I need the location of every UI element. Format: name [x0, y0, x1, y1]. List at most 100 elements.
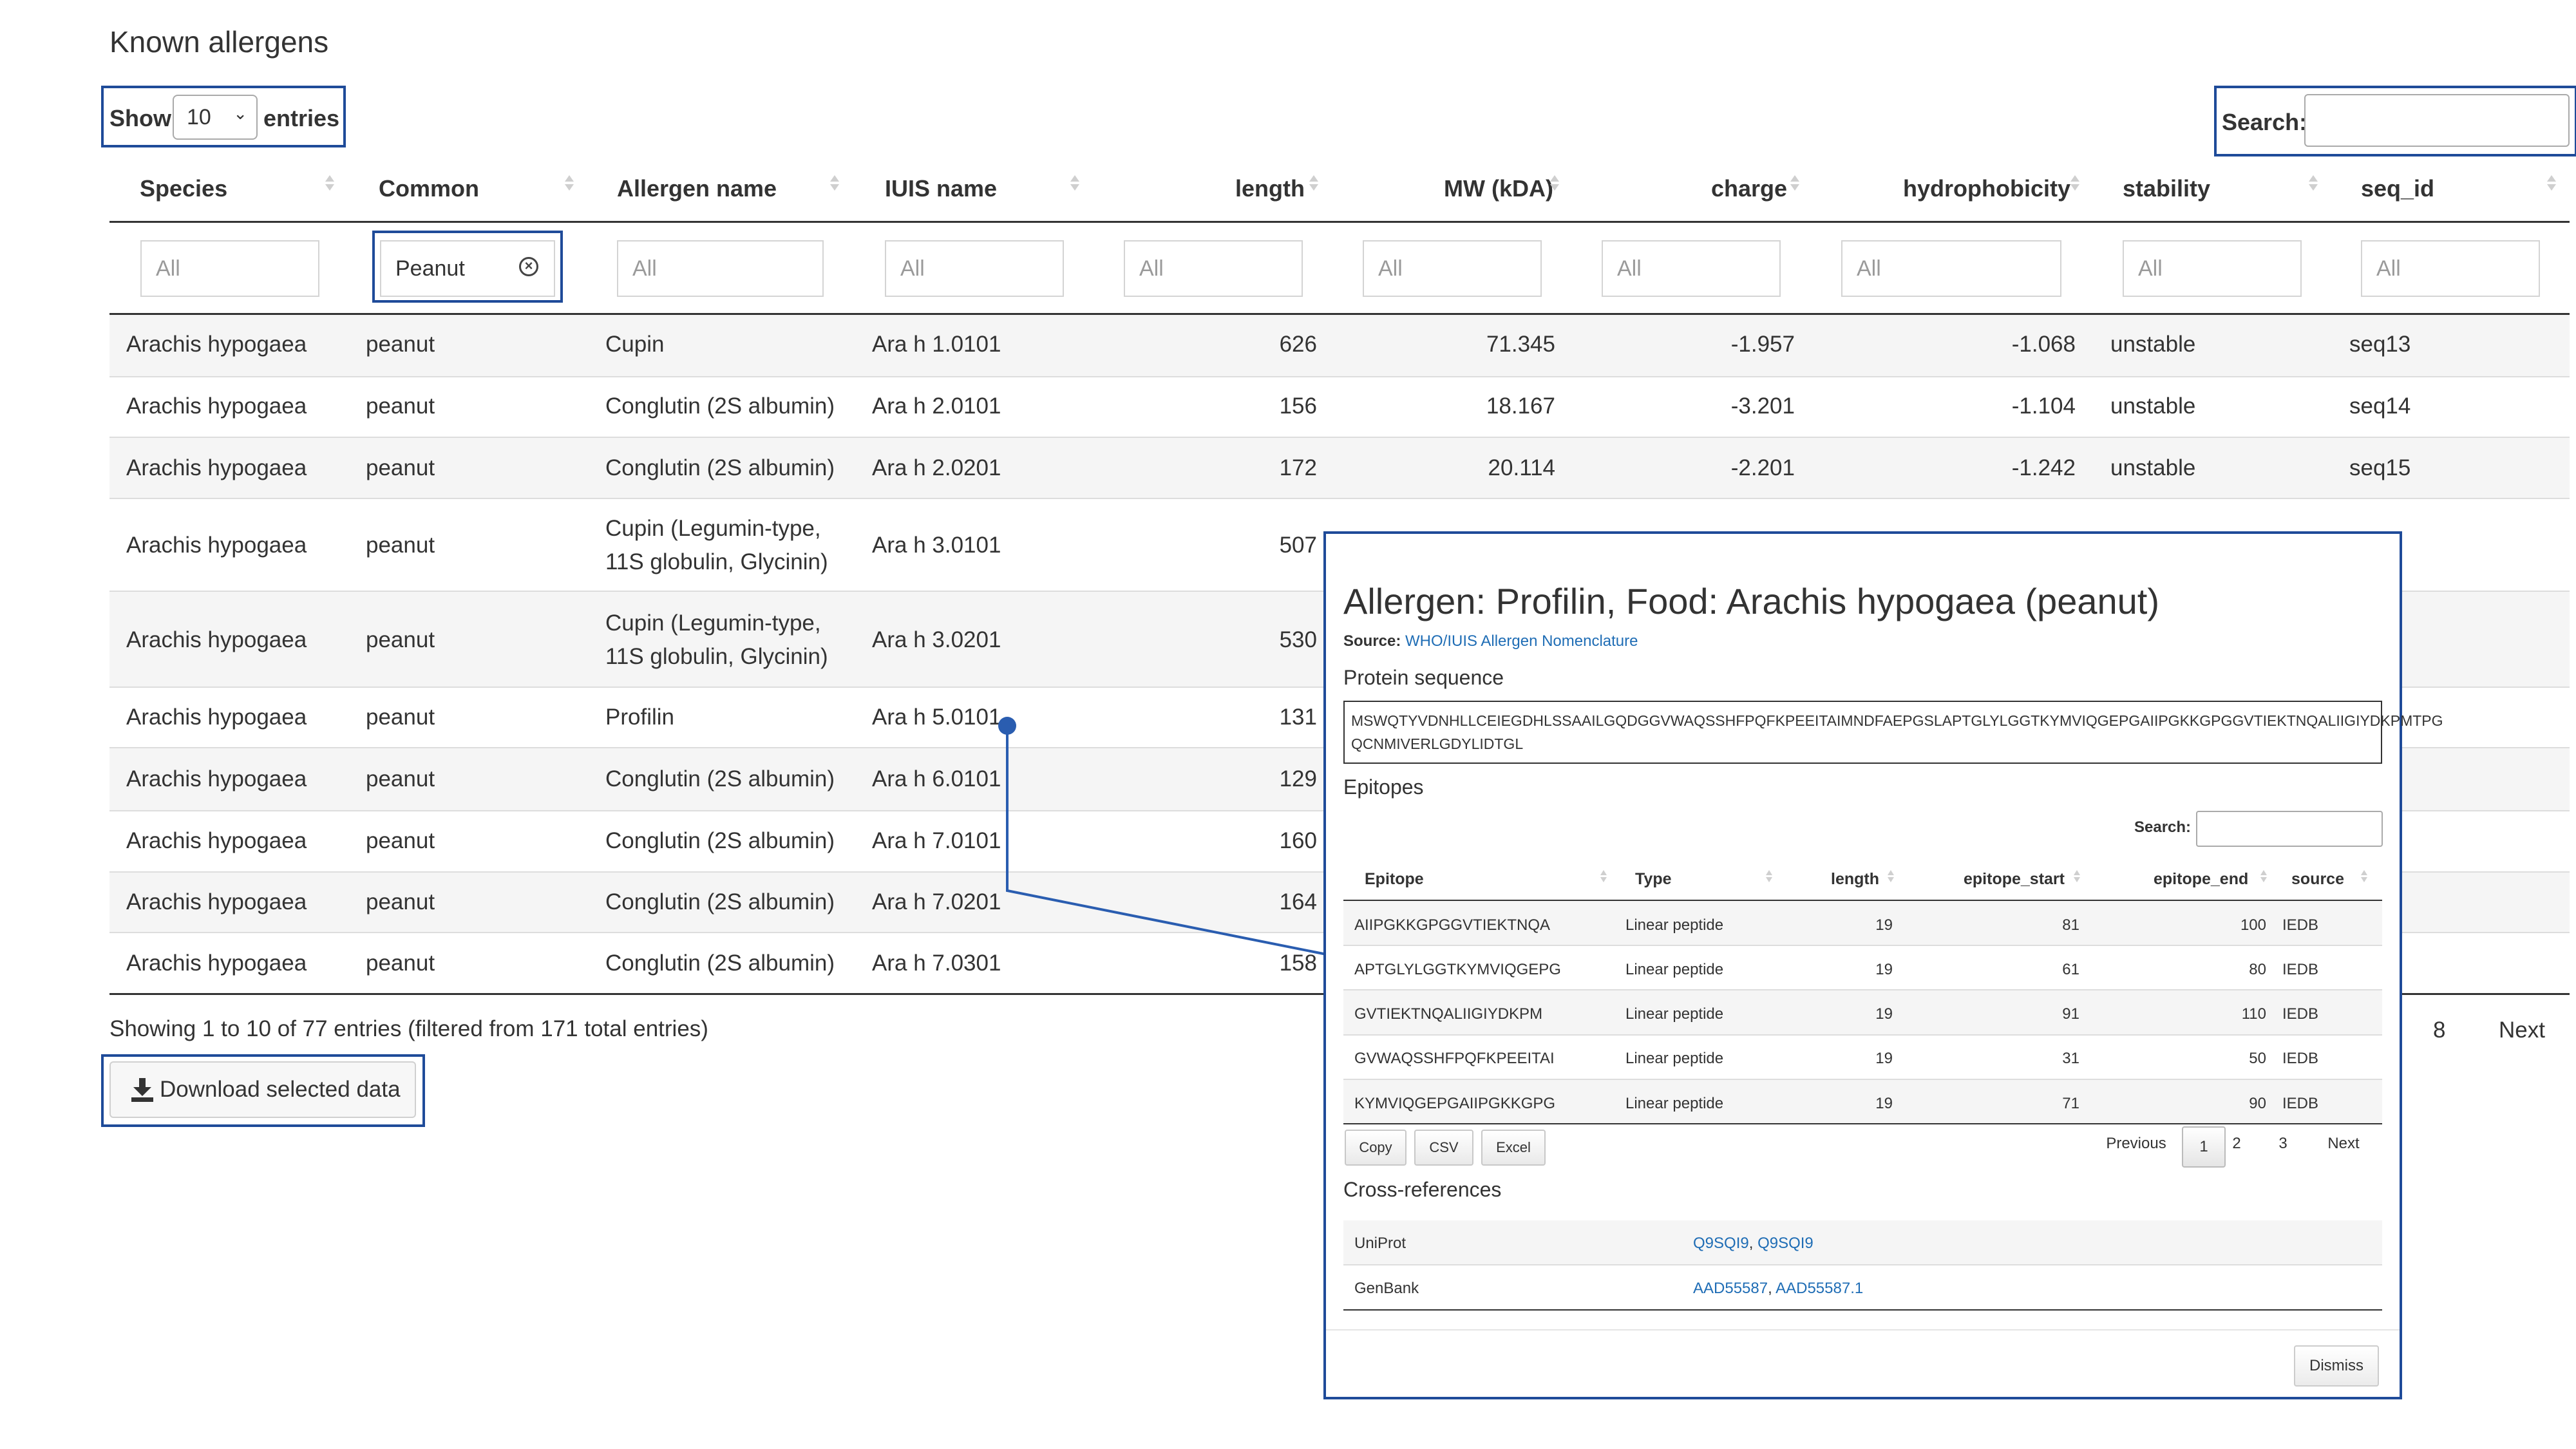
modal-footer-divider [1326, 1329, 2400, 1331]
cell-mw: 18.167 [1486, 393, 1555, 419]
sort-icon[interactable] [2260, 870, 2267, 889]
epitope-header-length[interactable]: length [1831, 870, 1879, 889]
epitope-type: Linear peptide [1625, 961, 1724, 978]
excel-button[interactable]: Excel [1481, 1130, 1546, 1166]
sequence-line-1: MSWQTYVDNHLLCEIEGDHLSSAAILGQDGGVWAQSSHFP… [1351, 712, 2443, 729]
sort-icon[interactable] [830, 175, 839, 201]
epitope-pager-page-2[interactable]: 2 [2225, 1135, 2248, 1153]
sort-icon[interactable] [1309, 175, 1318, 201]
header-hydrophobicity[interactable]: hydrophobicity [1903, 175, 2070, 202]
copy-button[interactable]: Copy [1345, 1130, 1406, 1166]
sort-icon[interactable] [2361, 870, 2367, 889]
filter-length[interactable]: All [1124, 240, 1303, 297]
epitope-source-link[interactable]: IEDB [2282, 1050, 2318, 1068]
epitope-start: 31 [2062, 1050, 2079, 1067]
download-button[interactable]: Download selected data [109, 1061, 416, 1118]
epitope-source-link[interactable]: IEDB [2282, 1095, 2318, 1113]
epitope-pager-previous[interactable]: Previous [2101, 1135, 2172, 1153]
header-allergen-name[interactable]: Allergen name [617, 175, 777, 202]
sort-icon[interactable] [2074, 870, 2080, 889]
header-charge[interactable]: charge [1711, 175, 1787, 202]
sort-icon[interactable] [1600, 870, 1607, 889]
sort-icon[interactable] [2547, 175, 2556, 201]
xref-link[interactable]: Q9SQI9 [1693, 1235, 1749, 1252]
header-length[interactable]: length [1235, 175, 1305, 202]
search-label: Search: [2222, 109, 2307, 135]
cell-iuis: Ara h 5.0101 [872, 705, 1001, 730]
csv-button[interactable]: CSV [1414, 1130, 1473, 1166]
filter-allergen-name[interactable]: All [617, 240, 824, 297]
clear-circle-icon[interactable]: × [519, 257, 538, 276]
epitope-end: 50 [2249, 1050, 2266, 1067]
sort-icon[interactable] [1070, 175, 1079, 201]
epitope-header-end[interactable]: epitope_end [2154, 870, 2248, 889]
cell-seq-id: seq15 [2349, 455, 2411, 480]
cell-stability: unstable [2110, 455, 2196, 480]
sort-icon[interactable] [1790, 175, 1799, 201]
cell-allergen-line2: 11S globulin, Glycinin) [605, 549, 828, 574]
page-length-select[interactable]: 10 ⌄ [173, 95, 258, 140]
epitope-pager-next[interactable]: Next [2321, 1135, 2366, 1153]
sort-icon[interactable] [1766, 870, 1772, 889]
xref-link[interactable]: Q9SQI9 [1757, 1235, 1814, 1252]
dismiss-button[interactable]: Dismiss [2294, 1345, 2379, 1387]
cell-iuis: Ara h 7.0101 [872, 828, 1001, 853]
sort-icon[interactable] [565, 175, 574, 201]
pager-last-page[interactable]: 8 [2433, 1018, 2445, 1043]
sort-icon[interactable] [1888, 870, 1894, 889]
sort-icon[interactable] [1550, 175, 1559, 201]
cell-length: 507 [1279, 533, 1317, 558]
epitope-header-start[interactable]: epitope_start [1964, 870, 2065, 889]
header-common[interactable]: Common [379, 175, 479, 202]
header-iuis-name[interactable]: IUIS name [885, 175, 997, 202]
cell-mw: 20.114 [1488, 455, 1555, 480]
filter-mw[interactable]: All [1363, 240, 1542, 297]
pager-next[interactable]: Next [2499, 1018, 2545, 1043]
epitope-source-link[interactable]: IEDB [2282, 1005, 2318, 1023]
epitope-pager-page-1[interactable]: 1 [2182, 1126, 2226, 1168]
cell-iuis: Ara h 2.0201 [872, 455, 1001, 480]
filter-stability[interactable]: All [2123, 240, 2302, 297]
xref-link[interactable]: AAD55587 [1693, 1280, 1768, 1297]
sort-icon[interactable] [2309, 175, 2318, 201]
search-input[interactable] [2304, 94, 2570, 147]
cell-iuis: Ara h 6.0101 [872, 766, 1001, 791]
cell-iuis: Ara h 2.0101 [872, 393, 1001, 419]
epitope-header-type[interactable]: Type [1635, 870, 1672, 889]
header-seq-id[interactable]: seq_id [2361, 175, 2434, 202]
table-row[interactable] [109, 377, 2570, 438]
cell-species: Arachis hypogaea [126, 705, 307, 730]
cell-seq-id: seq13 [2349, 332, 2411, 357]
epitope-header-source[interactable]: source [2291, 870, 2344, 889]
filter-iuis-name[interactable]: All [885, 240, 1064, 297]
cell-length: 129 [1279, 766, 1317, 791]
cell-species: Arachis hypogaea [126, 828, 307, 853]
filter-charge[interactable]: All [1602, 240, 1781, 297]
header-divider [109, 221, 2570, 223]
cell-common: peanut [366, 766, 435, 791]
epitope-table-bottom [1343, 1123, 2382, 1124]
epitope-source-link[interactable]: IEDB [2282, 916, 2318, 934]
epitope-start: 61 [2062, 961, 2079, 978]
epitope-header-epitope[interactable]: Epitope [1365, 870, 1424, 889]
protein-sequence-heading: Protein sequence [1343, 666, 1504, 689]
epitope-search-input[interactable] [2196, 811, 2383, 847]
header-mw[interactable]: MW (kDA) [1444, 175, 1553, 202]
source-link[interactable]: WHO/IUIS Allergen Nomenclature [1405, 632, 1638, 650]
cell-length: 131 [1279, 705, 1317, 730]
filter-species[interactable]: All [140, 240, 319, 297]
epitope-pager-page-3[interactable]: 3 [2271, 1135, 2295, 1153]
cell-allergen: Profilin [605, 705, 674, 730]
sort-icon[interactable] [2070, 175, 2079, 201]
table-row[interactable] [109, 438, 2570, 499]
table-row[interactable] [109, 315, 2570, 376]
xref-link[interactable]: AAD55587.1 [1776, 1280, 1863, 1297]
epitope-source-link[interactable]: IEDB [2282, 961, 2318, 979]
filter-hydrophobicity[interactable]: All [1841, 240, 2061, 297]
header-species[interactable]: Species [140, 175, 227, 202]
cell-allergen-line1: Cupin (Legumin-type, [605, 611, 821, 636]
cell-length: 156 [1279, 393, 1317, 419]
filter-seq-id[interactable]: All [2361, 240, 2540, 297]
sort-icon[interactable] [325, 175, 334, 201]
header-stability[interactable]: stability [2123, 175, 2210, 202]
